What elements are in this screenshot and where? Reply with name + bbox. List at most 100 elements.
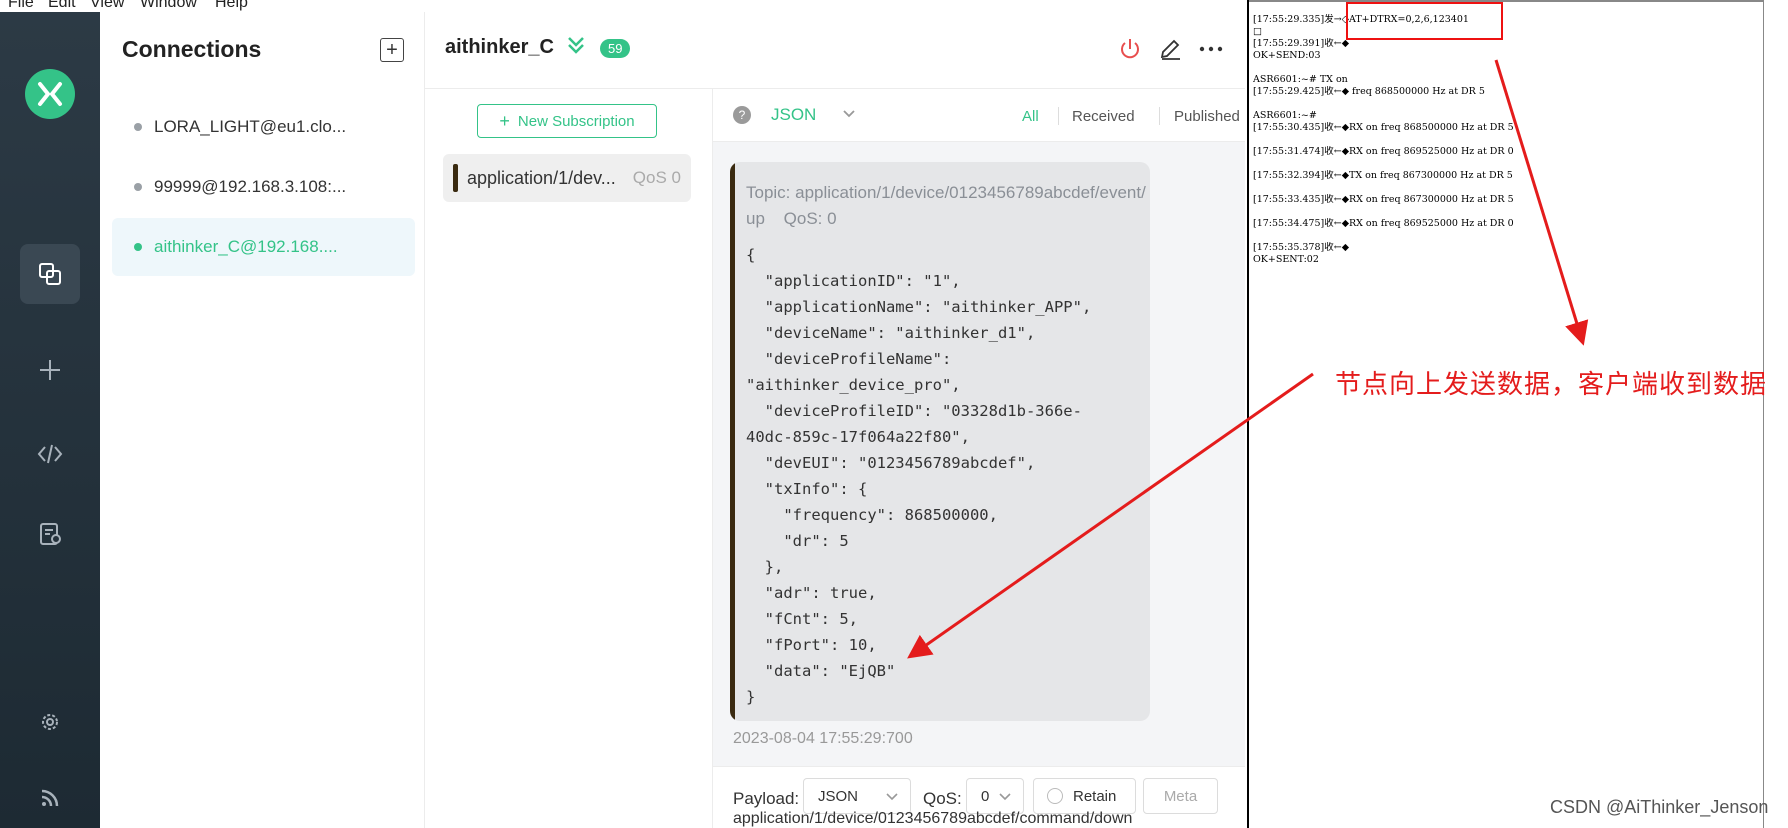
menu-file[interactable]: File [8, 0, 34, 12]
publish-topic-input[interactable]: application/1/device/0123456789abcdef/co… [733, 810, 1132, 828]
help-icon[interactable]: ? [733, 106, 751, 124]
tab-divider [1058, 107, 1059, 125]
serial-log: [17:55:29.335]发→◇AT+DTRX=0,2,6,123401 □ [1… [1253, 14, 1763, 266]
menu-edit[interactable]: Edit [48, 0, 76, 12]
tab-published[interactable]: Published [1174, 108, 1240, 125]
serial-log-line [1253, 62, 1763, 74]
connection-label: LORA_LIGHT@eu1.clo... [154, 117, 347, 136]
tab-all[interactable]: All [1022, 108, 1039, 125]
subscription-topic: application/1/dev... [467, 167, 616, 188]
connection-item[interactable]: 99999@192.168.3.108:... [112, 158, 415, 216]
connection-item[interactable]: LORA_LIGHT@eu1.clo... [112, 98, 415, 156]
annotation-text: 节点向上发送数据，客户端收到数据 [1335, 370, 1768, 400]
serial-log-line: [17:55:33.435]收←◆RX on freq 867300000 Hz… [1253, 194, 1514, 205]
connection-name: aithinker_C [445, 36, 554, 58]
serial-log-line: [17:55:34.475]收←◆RX on freq 869525000 Hz… [1253, 218, 1514, 229]
highlight-box [1346, 2, 1503, 40]
mqttx-app: Connections + LORA_LIGHT@eu1.clo... 9999… [0, 12, 1245, 828]
connection-label: aithinker_C@192.168.... [154, 237, 338, 256]
serial-log-line: [17:55:29.335]发→◇AT+DTRX=0,2,6,123401 [1253, 14, 1469, 25]
subscriptions-panel: + New Subscription application/1/dev... … [425, 89, 713, 828]
payload-type-value: JSON [818, 787, 859, 805]
payload-label: Payload: [733, 789, 800, 808]
serial-log-line: [17:55:32.394]收←◆TX on freq 867300000 Hz… [1253, 170, 1513, 181]
chevron-down-icon [997, 788, 1013, 808]
new-subscription-label: New Subscription [517, 112, 635, 130]
menu-view[interactable]: View [90, 0, 124, 12]
plus-icon: + [386, 39, 398, 61]
edit-button[interactable] [1158, 37, 1182, 66]
serial-log-line [1253, 182, 1763, 194]
serial-log-line: OK+SEND:03 [1253, 50, 1321, 61]
messages-panel: ? JSON All Received Published Topic: app… [713, 89, 1245, 828]
chevron-down-icon [884, 788, 900, 808]
menu-window[interactable]: Window [140, 0, 197, 12]
logo-icon [38, 82, 62, 106]
payload-type-select[interactable]: JSON [803, 778, 911, 814]
connection-header: aithinker_C 59 [425, 12, 1245, 89]
more-button[interactable] [1198, 37, 1224, 66]
serial-terminal-window: [17:55:29.335]发→◇AT+DTRX=0,2,6,123401 □ [1… [1245, 0, 1788, 828]
nav-settings-button[interactable] [20, 692, 80, 752]
serial-log-line: [17:55:35.378]收←◆ [1253, 242, 1349, 253]
disconnect-button[interactable] [1118, 37, 1142, 66]
menu-bar: File Edit View Window Help [0, 0, 1245, 12]
subscription-qos: QoS 0 [632, 168, 681, 187]
status-dot [134, 243, 142, 251]
terminal-frame: [17:55:29.335]发→◇AT+DTRX=0,2,6,123401 □ [1… [1247, 0, 1764, 828]
nav-script-button[interactable] [20, 424, 80, 484]
subscription-item[interactable]: application/1/dev... QoS 0 [443, 154, 691, 202]
serial-log-line: □ [1253, 26, 1262, 37]
connections-panel: Connections + LORA_LIGHT@eu1.clo... 9999… [100, 12, 425, 828]
menu-help[interactable]: Help [215, 0, 248, 12]
nav-connections-button[interactable] [20, 244, 80, 304]
message-payload: { "applicationID": "1", "applicationName… [746, 246, 1092, 706]
app-logo [25, 69, 75, 119]
rss-icon [41, 789, 59, 807]
watermark: CSDN @AiThinker_Jenson [1550, 797, 1769, 817]
tab-received[interactable]: Received [1072, 108, 1135, 125]
double-chevron-down-icon [568, 37, 584, 54]
nav-feed-button[interactable] [20, 768, 80, 828]
qos-select[interactable]: 0 [966, 778, 1024, 814]
new-subscription-button[interactable]: + New Subscription [477, 104, 657, 138]
serial-log-line [1253, 134, 1763, 146]
more-icon [1199, 46, 1223, 52]
message-timestamp: 2023-08-04 17:55:29:700 [733, 730, 913, 747]
add-connection-button[interactable]: + [380, 38, 404, 62]
serial-log-line: [17:55:29.425]收←◆ freq 868500000 Hz at D… [1253, 86, 1485, 97]
serial-log-line [1253, 158, 1763, 170]
received-message[interactable]: Topic: application/1/device/0123456789ab… [730, 162, 1150, 721]
retain-toggle[interactable]: Retain [1033, 778, 1136, 814]
status-dot [134, 183, 142, 191]
subscription-color-bar [453, 164, 458, 192]
plus-icon [40, 360, 60, 380]
serial-log-line: ASR6601:~# [1253, 110, 1317, 121]
serial-log-line [1253, 206, 1763, 218]
qos-value: 0 [981, 787, 990, 805]
qos-label: QoS: [923, 789, 962, 808]
nav-new-button[interactable] [20, 340, 80, 400]
nav-log-button[interactable] [20, 504, 80, 564]
serial-log-line [1253, 230, 1763, 242]
payload-format-select[interactable]: JSON [771, 105, 816, 125]
pencil-icon [1160, 39, 1180, 60]
message-filter-bar: ? JSON All Received Published [713, 89, 1245, 142]
left-nav [0, 12, 100, 828]
meta-button[interactable]: Meta [1143, 778, 1218, 814]
connections-title: Connections [122, 36, 262, 62]
power-icon [1121, 39, 1139, 59]
gear-icon [42, 714, 58, 730]
retain-radio[interactable] [1047, 788, 1063, 804]
connections-icon [39, 263, 61, 285]
connection-item-active[interactable]: aithinker_C@192.168.... [112, 218, 415, 276]
message-qos: QoS: 0 [783, 209, 837, 228]
plus-icon: + [499, 110, 510, 131]
collapse-button[interactable] [566, 34, 586, 61]
serial-log-line: ASR6601:~# TX on [1253, 74, 1348, 85]
chevron-down-icon[interactable] [841, 105, 857, 126]
retain-label: Retain [1073, 787, 1117, 805]
log-icon [40, 523, 61, 545]
status-dot [134, 123, 142, 131]
serial-log-line: [17:55:31.474]收←◆RX on freq 869525000 Hz… [1253, 146, 1514, 157]
